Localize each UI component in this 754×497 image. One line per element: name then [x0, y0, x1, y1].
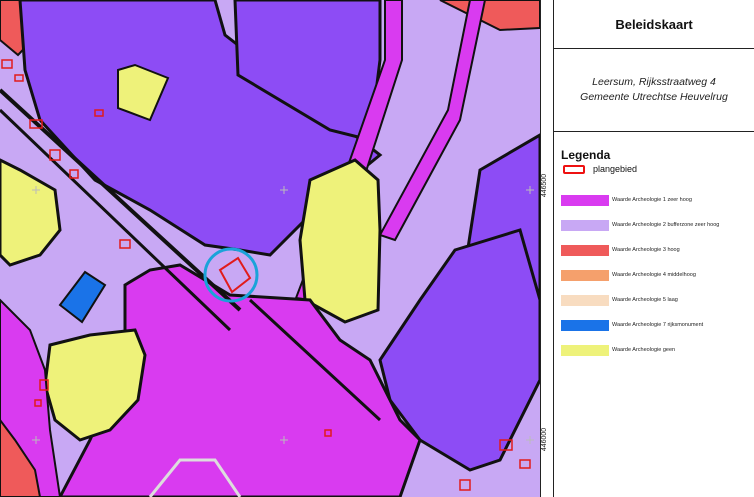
legend-item: Waarde Archeologie 3 hoog — [561, 244, 754, 256]
legend-swatch — [561, 194, 609, 206]
legend-item: Waarde Archeologie 2 bufferzone zeer hoo… — [561, 219, 754, 231]
legend-item-label: Waarde Archeologie 1 zeer hoog — [612, 197, 692, 203]
legend-panel: Beleidskaart Leersum, Rijksstraatweg 4 G… — [553, 0, 754, 497]
legend-item: Waarde Archeologie 1 zeer hoog — [561, 194, 754, 206]
legend-item-label: Waarde Archeologie 2 bufferzone zeer hoo… — [612, 222, 720, 228]
map-title: Beleidskaart — [615, 16, 693, 32]
title-box: Beleidskaart — [554, 0, 754, 49]
legend-swatch — [561, 219, 609, 231]
legend-item-label: Waarde Archeologie 3 hoog — [612, 247, 680, 253]
legend-swatch — [561, 269, 609, 281]
coordinate-label-lower: 446000 — [541, 427, 549, 452]
coordinate-strip: 446500 446000 — [540, 0, 554, 497]
legend-item-label: Waarde Archeologie 4 middelhoog — [612, 272, 696, 278]
location-line-1: Leersum, Rijksstraatweg 4 — [592, 76, 716, 88]
location-line-2: Gemeente Utrechtse Heuvelrug — [580, 91, 728, 103]
legend-item: Waarde Archeologie geen — [561, 344, 754, 356]
legend-item: Waarde Archeologie 4 middelhoog — [561, 269, 754, 281]
map-view[interactable] — [0, 0, 540, 497]
plangebied-swatch — [563, 164, 585, 174]
legend-item-label: Waarde Archeologie geen — [612, 347, 676, 353]
legend-items: Waarde Archeologie 1 zeer hoog Waarde Ar… — [561, 194, 754, 356]
legend-item-plangebied: plangebied — [563, 164, 754, 174]
legend-item-label: Waarde Archeologie 5 laag — [612, 297, 678, 303]
map-canvas[interactable] — [0, 0, 540, 497]
location-box: Leersum, Rijksstraatweg 4 Gemeente Utrec… — [554, 49, 754, 132]
legend-item: Waarde Archeologie 7 rijksmonument — [561, 319, 754, 331]
plangebied-label: plangebied — [593, 164, 638, 174]
legend-heading: Legenda — [561, 148, 611, 162]
legend-item-label: Waarde Archeologie 7 rijksmonument — [612, 322, 704, 328]
legend-swatch — [561, 319, 609, 331]
geen-zone-area — [298, 158, 382, 324]
legend-swatch — [561, 294, 609, 306]
coordinate-label-upper: 446500 — [541, 173, 549, 198]
legend-swatch — [561, 344, 609, 356]
legend-item: Waarde Archeologie 5 laag — [561, 294, 754, 306]
legend-swatch — [561, 244, 609, 256]
map-layout: 446500 446000 Beleidskaart Leersum, Rijk… — [0, 0, 754, 497]
legend: Legenda plangebied Waarde Archeologie 1 … — [554, 132, 754, 356]
